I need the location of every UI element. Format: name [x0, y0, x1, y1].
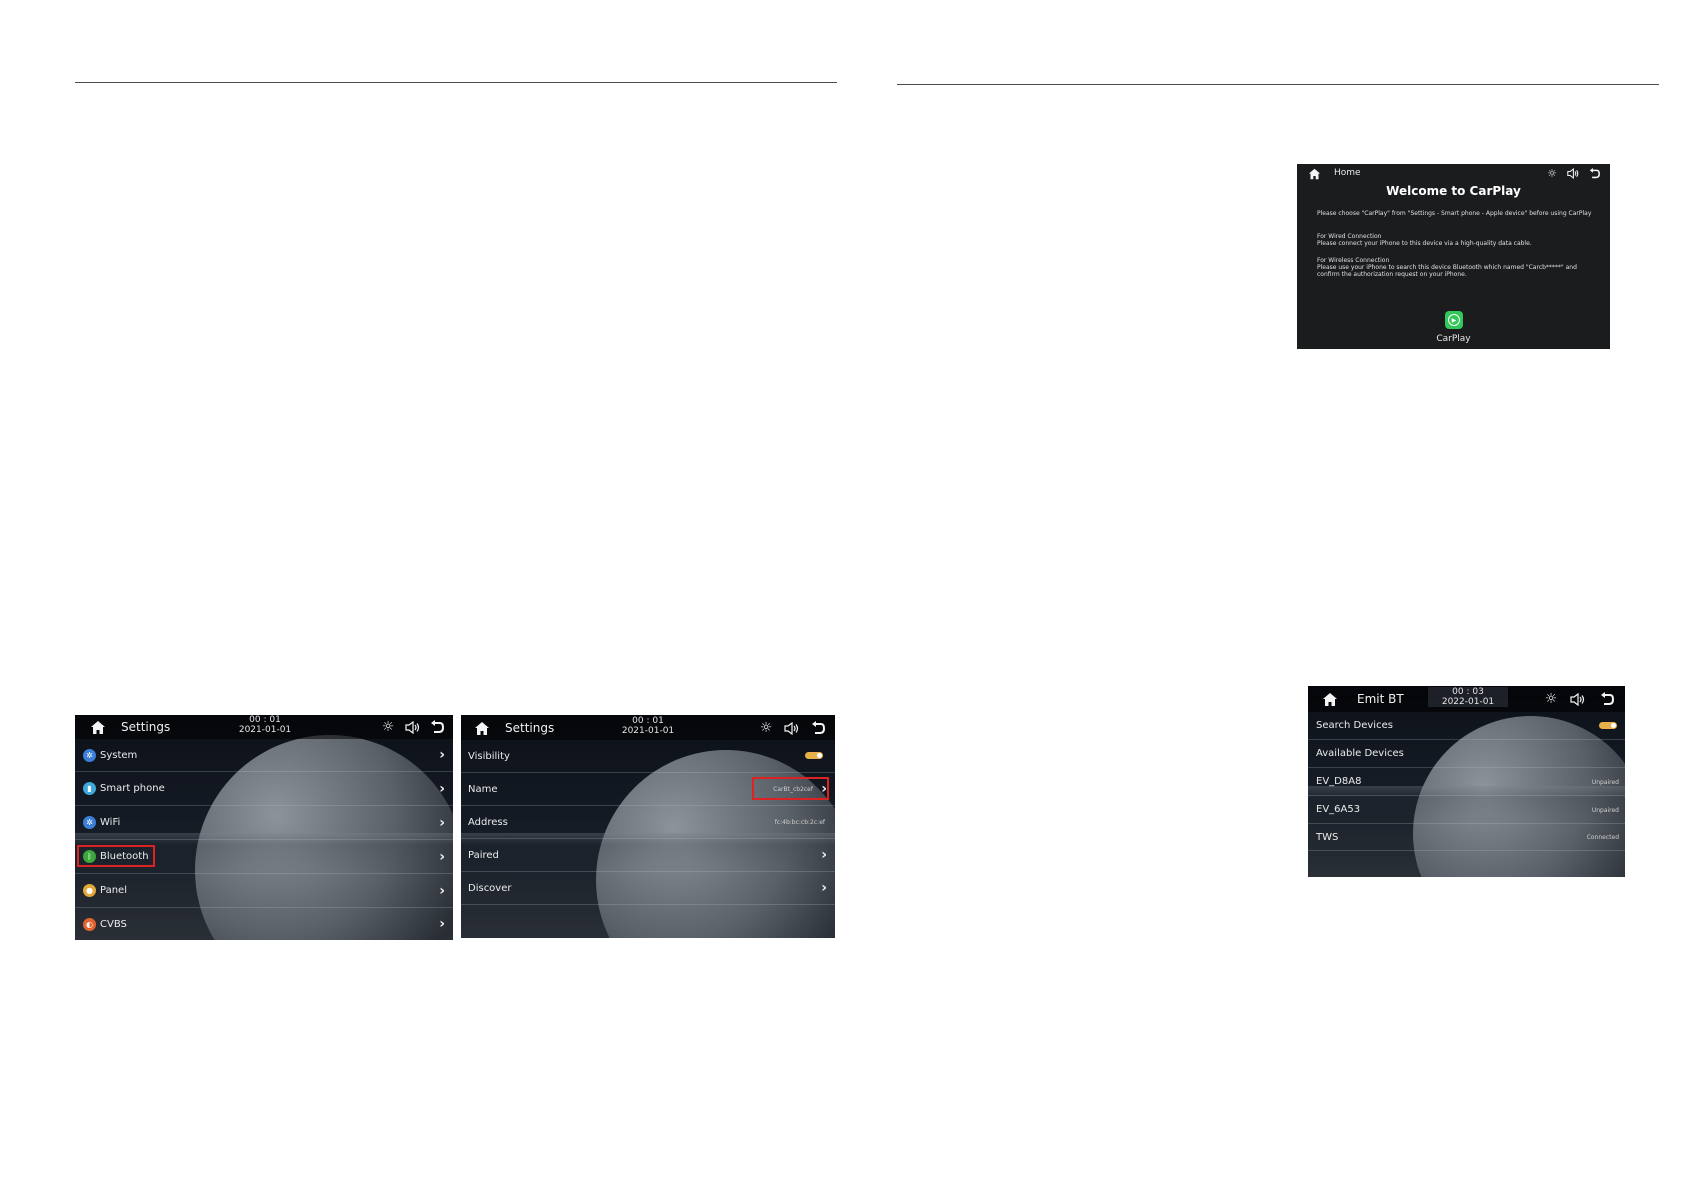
chevron-right-icon: › [439, 848, 445, 865]
menu-item-label: Smart phone [100, 783, 165, 794]
volume-icon[interactable] [1569, 691, 1585, 707]
row-label: Discover [468, 882, 512, 894]
gear-icon: ✲ [83, 816, 96, 829]
brightness-icon[interactable]: ☼ [758, 720, 774, 736]
menu-item-wifi[interactable]: ✲ WiFi › [75, 806, 453, 840]
clock-time: 00 : 01 [249, 715, 281, 725]
chevron-right-icon: › [821, 880, 827, 896]
menu-item-label: CVBS [100, 918, 127, 930]
back-icon[interactable] [1599, 691, 1615, 707]
wireless-connection-text-2: confirm the authorization request on you… [1317, 271, 1467, 278]
carplay-welcome-screen: Home ☼ Welcome to CarPlay Please choose … [1297, 164, 1610, 349]
menu-item-cvbs[interactable]: ◐ CVBS › [75, 908, 453, 940]
device-status: Unpaired [1591, 779, 1619, 786]
row-label: Address [468, 816, 508, 828]
bluetooth-highlight-box [77, 845, 155, 867]
device-status: Connected [1586, 834, 1619, 841]
chevron-right-icon: › [439, 780, 445, 797]
device-status: Unpaired [1591, 807, 1619, 814]
wired-connection-title: For Wired Connection [1317, 233, 1382, 240]
row-label: Search Devices [1316, 720, 1393, 731]
phone-icon: ▮ [83, 782, 96, 795]
search-devices-toggle[interactable] [1599, 722, 1617, 729]
name-highlight-box [752, 777, 829, 800]
home-icon[interactable] [1307, 167, 1321, 181]
screen-title: Settings [121, 720, 171, 734]
volume-icon[interactable] [783, 720, 799, 736]
carplay-app-icon[interactable]: ▶ [1445, 311, 1463, 329]
screen-title: Emit BT [1357, 692, 1404, 706]
wireless-connection-title: For Wireless Connection [1317, 257, 1390, 264]
cvbs-icon: ◐ [83, 917, 96, 931]
clock-time: 00 : 01 [632, 716, 664, 726]
menu-item-smart-phone[interactable]: ▮ Smart phone › [75, 772, 453, 806]
row-paired[interactable]: Paired › [461, 839, 835, 872]
emit-bt-screen: Emit BT 00 : 03 2022-01-01 ☼ Search Devi… [1308, 686, 1625, 877]
volume-icon[interactable] [1566, 167, 1580, 179]
wireless-connection-text-1: Please use your iPhone to search this de… [1317, 264, 1577, 271]
chevron-right-icon: › [439, 747, 445, 763]
home-icon[interactable] [1321, 691, 1339, 707]
chevron-right-icon: › [821, 847, 827, 863]
menu-item-system[interactable]: ✲ System › [75, 739, 453, 772]
device-row[interactable]: TWS Connected [1308, 824, 1625, 851]
back-icon[interactable] [810, 720, 826, 736]
chevron-right-icon: › [439, 814, 445, 831]
row-visibility: Visibility [461, 740, 835, 773]
screen-title: Home [1334, 168, 1361, 178]
brightness-icon[interactable]: ☼ [1546, 167, 1558, 180]
visibility-toggle[interactable] [805, 752, 823, 759]
device-name: EV_D8A8 [1316, 776, 1362, 787]
device-address-value: fc:4b:bc:cb:2c:ef [774, 819, 825, 826]
welcome-heading: Welcome to CarPlay [1386, 184, 1521, 198]
clock: 00 : 01 2021-01-01 [608, 716, 688, 736]
back-icon[interactable] [1588, 167, 1600, 179]
header-rule-left [75, 82, 837, 83]
device-row[interactable]: EV_D8A8 Unpaired [1308, 768, 1625, 796]
top-bar: Settings 00 : 01 2021-01-01 ☼ [75, 715, 453, 739]
clock: 00 : 01 2021-01-01 [225, 715, 305, 735]
bluetooth-settings-screen: Settings 00 : 01 2021-01-01 ☼ Visibility… [461, 715, 835, 938]
instruction-text: Please choose "CarPlay" from "Settings -… [1317, 210, 1592, 217]
row-search-devices: Search Devices [1308, 712, 1625, 740]
row-discover[interactable]: Discover › [461, 872, 835, 905]
menu-item-label: WiFi [100, 817, 121, 828]
clock-date: 2021-01-01 [621, 726, 675, 736]
brightness-icon[interactable]: ☼ [380, 719, 396, 735]
top-bar: Emit BT 00 : 03 2022-01-01 ☼ [1308, 686, 1625, 712]
clock-date: 2022-01-01 [1441, 697, 1495, 707]
row-label: Paired [468, 849, 499, 861]
device-name: EV_6A53 [1316, 804, 1361, 815]
row-address: Address fc:4b:bc:cb:2c:ef [461, 806, 835, 839]
row-label: Visibility [468, 750, 510, 762]
screen-title: Settings [505, 721, 555, 735]
device-row[interactable]: EV_6A53 Unpaired [1308, 796, 1625, 824]
menu-item-label: Panel [100, 885, 127, 896]
play-icon: ▶ [1448, 314, 1460, 326]
carplay-app-label: CarPlay [1436, 334, 1471, 344]
row-available-devices: Available Devices [1308, 740, 1625, 768]
gear-icon: ✲ [83, 748, 96, 762]
clock-time: 00 : 03 [1452, 687, 1484, 697]
row-label: Name [468, 783, 498, 795]
brightness-icon[interactable]: ☼ [1543, 691, 1559, 707]
back-icon[interactable] [429, 719, 445, 735]
wired-connection-text: Please connect your iPhone to this devic… [1317, 240, 1532, 247]
clock-date: 2021-01-01 [238, 725, 292, 735]
home-icon[interactable] [89, 719, 107, 735]
clock: 00 : 03 2022-01-01 [1428, 687, 1508, 707]
chevron-right-icon: › [439, 882, 445, 899]
panel-icon: ● [83, 884, 96, 897]
device-name: TWS [1316, 831, 1339, 843]
row-label: Available Devices [1316, 748, 1404, 759]
top-bar: Settings 00 : 01 2021-01-01 ☼ [461, 715, 835, 740]
menu-item-panel[interactable]: ● Panel › [75, 874, 453, 908]
home-icon[interactable] [473, 720, 491, 736]
menu-item-label: System [100, 749, 138, 761]
chevron-right-icon: › [439, 916, 445, 932]
header-rule-right [897, 84, 1659, 85]
volume-icon[interactable] [404, 719, 420, 735]
settings-menu-screen: Settings 00 : 01 2021-01-01 ☼ ✲ System ›… [75, 715, 453, 940]
